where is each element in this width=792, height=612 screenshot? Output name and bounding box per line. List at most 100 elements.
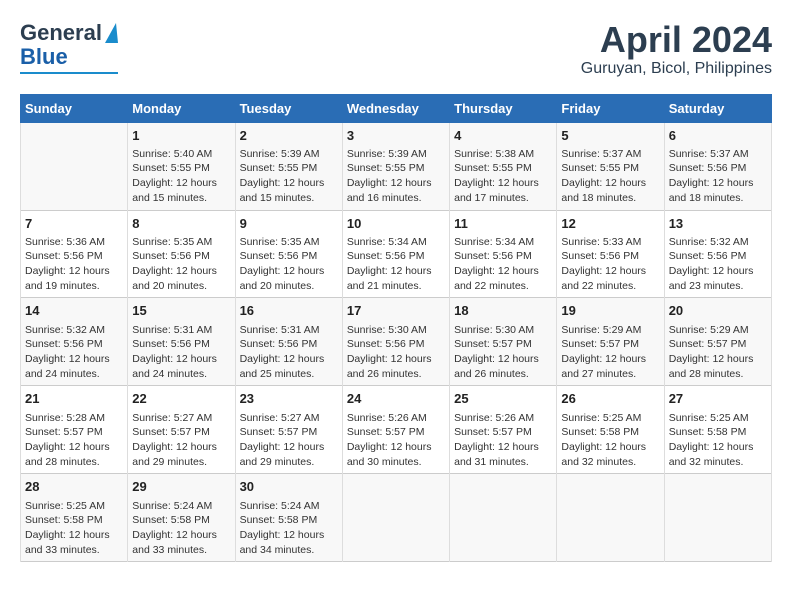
calendar-cell [450, 474, 557, 562]
day-info: Sunrise: 5:34 AM Sunset: 5:56 PM Dayligh… [454, 235, 552, 294]
calendar-cell: 21 Sunrise: 5:28 AM Sunset: 5:57 PM Dayli… [21, 386, 128, 474]
day-number: 17 [347, 302, 445, 320]
day-number: 14 [25, 302, 123, 320]
day-number: 10 [347, 215, 445, 233]
week-row-1: 1 Sunrise: 5:40 AM Sunset: 5:55 PM Daylig… [21, 122, 772, 210]
day-info: Sunrise: 5:27 AM Sunset: 5:57 PM Dayligh… [132, 411, 230, 470]
calendar-cell: 22 Sunrise: 5:27 AM Sunset: 5:57 PM Dayli… [128, 386, 235, 474]
day-number: 28 [25, 478, 123, 496]
day-number: 13 [669, 215, 767, 233]
calendar-cell: 3Sunrise: 5:39 AM Sunset: 5:55 PM Daylig… [342, 122, 449, 210]
calendar-body: 1 Sunrise: 5:40 AM Sunset: 5:55 PM Daylig… [21, 122, 772, 562]
day-number: 5 [561, 127, 659, 145]
day-info: Sunrise: 5:35 AM Sunset: 5:56 PM Dayligh… [240, 235, 338, 294]
day-info: Sunrise: 5:28 AM Sunset: 5:57 PM Dayligh… [25, 411, 123, 470]
day-info: Sunrise: 5:30 AM Sunset: 5:56 PM Dayligh… [347, 323, 445, 382]
calendar-cell: 10Sunrise: 5:34 AM Sunset: 5:56 PM Dayli… [342, 210, 449, 298]
calendar-cell: 9Sunrise: 5:35 AM Sunset: 5:56 PM Daylig… [235, 210, 342, 298]
calendar-cell [557, 474, 664, 562]
logo-underline [20, 72, 118, 74]
day-number: 7 [25, 215, 123, 233]
day-info: Sunrise: 5:31 AM Sunset: 5:56 PM Dayligh… [132, 323, 230, 382]
day-number: 8 [132, 215, 230, 233]
calendar-cell: 24 Sunrise: 5:26 AM Sunset: 5:57 PM Dayli… [342, 386, 449, 474]
calendar-cell: 1 Sunrise: 5:40 AM Sunset: 5:55 PM Daylig… [128, 122, 235, 210]
logo-blue: Blue [20, 44, 68, 70]
calendar-cell: 12 Sunrise: 5:33 AM Sunset: 5:56 PM Dayli… [557, 210, 664, 298]
day-info: Sunrise: 5:26 AM Sunset: 5:57 PM Dayligh… [454, 411, 552, 470]
logo-general: General [20, 20, 102, 46]
day-number: 16 [240, 302, 338, 320]
day-number: 3 [347, 127, 445, 145]
calendar-cell: 11 Sunrise: 5:34 AM Sunset: 5:56 PM Dayli… [450, 210, 557, 298]
week-row-4: 21 Sunrise: 5:28 AM Sunset: 5:57 PM Dayli… [21, 386, 772, 474]
day-info: Sunrise: 5:27 AM Sunset: 5:57 PM Dayligh… [240, 411, 338, 470]
header-row: SundayMondayTuesdayWednesdayThursdayFrid… [21, 94, 772, 122]
day-info: Sunrise: 5:30 AM Sunset: 5:57 PM Dayligh… [454, 323, 552, 382]
calendar-header: SundayMondayTuesdayWednesdayThursdayFrid… [21, 94, 772, 122]
day-info: Sunrise: 5:32 AM Sunset: 5:56 PM Dayligh… [25, 323, 123, 382]
day-number: 11 [454, 215, 552, 233]
day-number: 30 [240, 478, 338, 496]
week-row-2: 7 Sunrise: 5:36 AM Sunset: 5:56 PM Daylig… [21, 210, 772, 298]
day-info: Sunrise: 5:37 AM Sunset: 5:56 PM Dayligh… [669, 147, 767, 206]
calendar-cell: 2 Sunrise: 5:39 AM Sunset: 5:55 PM Daylig… [235, 122, 342, 210]
day-number: 26 [561, 390, 659, 408]
day-info: Sunrise: 5:29 AM Sunset: 5:57 PM Dayligh… [561, 323, 659, 382]
day-info: Sunrise: 5:26 AM Sunset: 5:57 PM Dayligh… [347, 411, 445, 470]
calendar-cell: 29 Sunrise: 5:24 AM Sunset: 5:58 PM Dayli… [128, 474, 235, 562]
calendar-cell: 18 Sunrise: 5:30 AM Sunset: 5:57 PM Dayli… [450, 298, 557, 386]
location-title: Guruyan, Bicol, Philippines [581, 60, 772, 78]
day-number: 2 [240, 127, 338, 145]
day-number: 24 [347, 390, 445, 408]
calendar-cell: 27Sunrise: 5:25 AM Sunset: 5:58 PM Dayli… [664, 386, 771, 474]
calendar-cell: 25 Sunrise: 5:26 AM Sunset: 5:57 PM Dayli… [450, 386, 557, 474]
calendar-cell [21, 122, 128, 210]
calendar-cell: 20 Sunrise: 5:29 AM Sunset: 5:57 PM Dayli… [664, 298, 771, 386]
month-title: April 2024 [581, 20, 772, 60]
day-number: 22 [132, 390, 230, 408]
title-section: April 2024 Guruyan, Bicol, Philippines [581, 20, 772, 78]
day-number: 12 [561, 215, 659, 233]
column-header-tuesday: Tuesday [235, 94, 342, 122]
day-info: Sunrise: 5:35 AM Sunset: 5:56 PM Dayligh… [132, 235, 230, 294]
calendar-cell: 13 Sunrise: 5:32 AM Sunset: 5:56 PM Dayli… [664, 210, 771, 298]
day-number: 27 [669, 390, 767, 408]
day-number: 18 [454, 302, 552, 320]
day-number: 25 [454, 390, 552, 408]
calendar-cell: 8 Sunrise: 5:35 AM Sunset: 5:56 PM Daylig… [128, 210, 235, 298]
page-header: General Blue April 2024 Guruyan, Bicol, … [20, 20, 772, 78]
day-number: 21 [25, 390, 123, 408]
calendar-cell: 30 Sunrise: 5:24 AM Sunset: 5:58 PM Dayli… [235, 474, 342, 562]
calendar-cell: 15 Sunrise: 5:31 AM Sunset: 5:56 PM Dayli… [128, 298, 235, 386]
calendar-cell [664, 474, 771, 562]
day-info: Sunrise: 5:31 AM Sunset: 5:56 PM Dayligh… [240, 323, 338, 382]
calendar-cell: 16 Sunrise: 5:31 AM Sunset: 5:56 PM Dayli… [235, 298, 342, 386]
day-number: 15 [132, 302, 230, 320]
calendar-cell: 14 Sunrise: 5:32 AM Sunset: 5:56 PM Dayli… [21, 298, 128, 386]
day-info: Sunrise: 5:36 AM Sunset: 5:56 PM Dayligh… [25, 235, 123, 294]
column-header-thursday: Thursday [450, 94, 557, 122]
day-info: Sunrise: 5:40 AM Sunset: 5:55 PM Dayligh… [132, 147, 230, 206]
day-info: Sunrise: 5:24 AM Sunset: 5:58 PM Dayligh… [240, 499, 338, 558]
logo-arrow-icon [105, 23, 118, 43]
day-info: Sunrise: 5:29 AM Sunset: 5:57 PM Dayligh… [669, 323, 767, 382]
week-row-3: 14 Sunrise: 5:32 AM Sunset: 5:56 PM Dayli… [21, 298, 772, 386]
day-info: Sunrise: 5:33 AM Sunset: 5:56 PM Dayligh… [561, 235, 659, 294]
calendar-cell: 4Sunrise: 5:38 AM Sunset: 5:55 PM Daylig… [450, 122, 557, 210]
day-number: 20 [669, 302, 767, 320]
day-number: 6 [669, 127, 767, 145]
calendar-cell: 17 Sunrise: 5:30 AM Sunset: 5:56 PM Dayli… [342, 298, 449, 386]
calendar-cell: 19 Sunrise: 5:29 AM Sunset: 5:57 PM Dayli… [557, 298, 664, 386]
calendar-cell: 28Sunrise: 5:25 AM Sunset: 5:58 PM Dayli… [21, 474, 128, 562]
day-number: 29 [132, 478, 230, 496]
calendar-cell: 7 Sunrise: 5:36 AM Sunset: 5:56 PM Daylig… [21, 210, 128, 298]
day-info: Sunrise: 5:39 AM Sunset: 5:55 PM Dayligh… [240, 147, 338, 206]
day-number: 23 [240, 390, 338, 408]
day-number: 1 [132, 127, 230, 145]
column-header-friday: Friday [557, 94, 664, 122]
calendar-cell: 23 Sunrise: 5:27 AM Sunset: 5:57 PM Dayli… [235, 386, 342, 474]
day-number: 19 [561, 302, 659, 320]
day-info: Sunrise: 5:24 AM Sunset: 5:58 PM Dayligh… [132, 499, 230, 558]
day-info: Sunrise: 5:32 AM Sunset: 5:56 PM Dayligh… [669, 235, 767, 294]
